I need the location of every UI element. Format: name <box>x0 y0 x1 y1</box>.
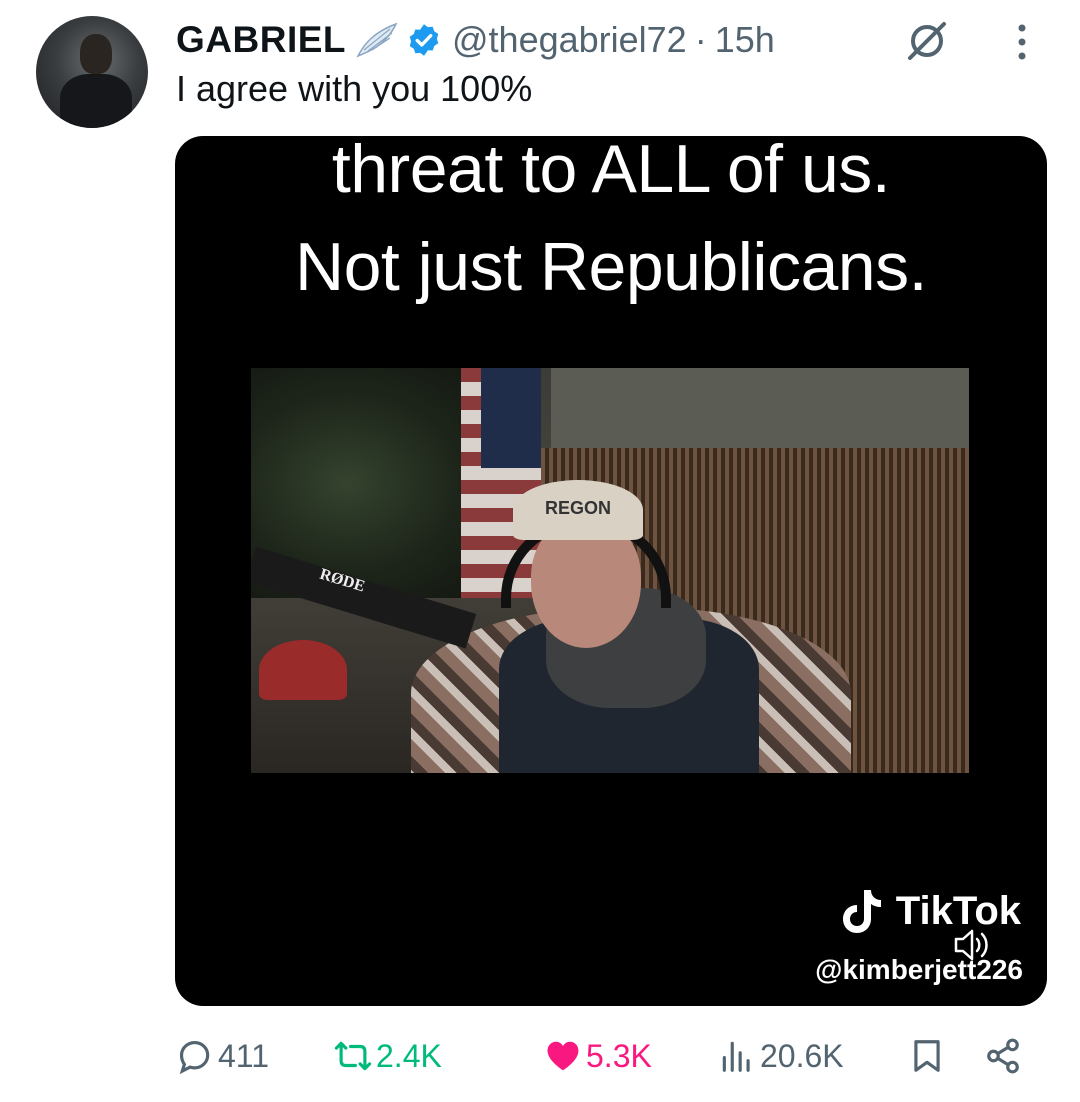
video-frame: REGON RØDE <box>251 368 969 773</box>
tiktok-logo-icon <box>842 890 881 933</box>
user-handle[interactable]: @thegabriel72 <box>452 19 687 61</box>
timestamp[interactable]: 15h <box>715 19 775 61</box>
tweet-actions: 411 2.4K 5.3K 20.6K <box>176 1030 1036 1082</box>
reply-icon <box>179 1040 210 1075</box>
red-hat <box>259 640 347 700</box>
tiktok-watermark: TikTok <box>842 888 1021 934</box>
reply-button[interactable]: 411 <box>176 1030 269 1082</box>
like-icon <box>547 1041 579 1071</box>
video-caption-line-2: Not just Republicans. <box>294 229 928 305</box>
avatar[interactable] <box>36 16 148 128</box>
tiktok-handle: @kimberjett226 <box>815 954 1023 985</box>
tiktok-brand: TikTok <box>895 888 1021 933</box>
share-icon <box>987 1038 1019 1074</box>
bookmark-button[interactable] <box>908 1030 950 1082</box>
separator-dot: · <box>694 19 707 60</box>
display-name[interactable]: GABRIEL <box>176 19 346 61</box>
like-count: 5.3K <box>586 1037 652 1074</box>
views-icon <box>722 1041 750 1072</box>
avatar-head <box>80 34 112 74</box>
avatar-body <box>60 74 132 128</box>
wall <box>551 368 969 448</box>
reply-count: 411 <box>218 1037 270 1074</box>
baseball-cap: REGON <box>513 480 643 540</box>
video-caption-line-1: threat to ALL of us. <box>331 136 891 207</box>
verified-badge-icon <box>409 24 439 56</box>
wing-emoji-icon <box>356 22 398 58</box>
grok-icon[interactable] <box>904 18 950 64</box>
retweet-button[interactable]: 2.4K <box>334 1030 442 1082</box>
video-player[interactable]: threat to ALL of us. Not just Republican… <box>175 136 1047 1006</box>
tweet-text: I agree with you 100% <box>176 68 533 109</box>
view-count: 20.6K <box>760 1037 844 1074</box>
views-button[interactable]: 20.6K <box>718 1030 844 1082</box>
like-button[interactable]: 5.3K <box>544 1030 652 1082</box>
bookmark-icon <box>914 1040 940 1072</box>
retweet-count: 2.4K <box>376 1037 442 1074</box>
more-icon[interactable] <box>1016 22 1028 62</box>
flag-stars <box>481 368 541 468</box>
share-button[interactable] <box>984 1030 1026 1082</box>
retweet-icon <box>334 1041 372 1071</box>
